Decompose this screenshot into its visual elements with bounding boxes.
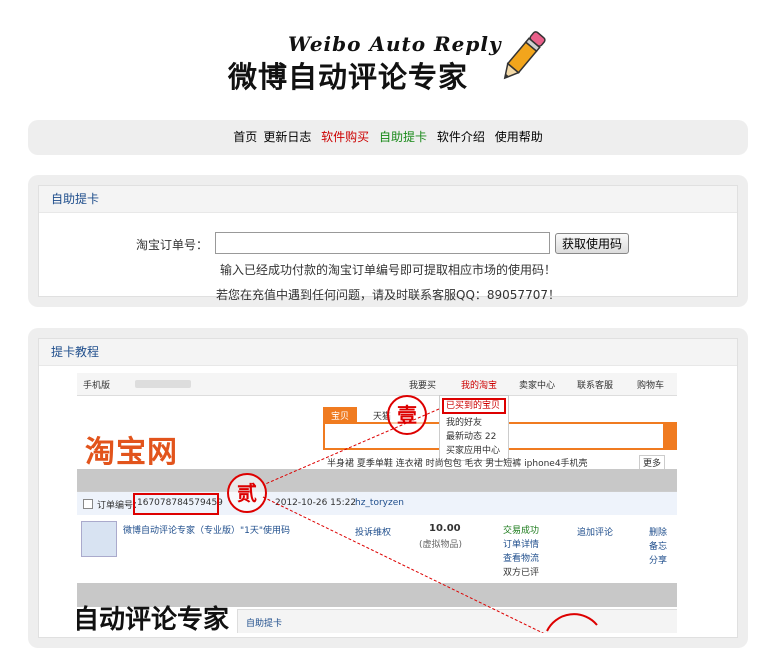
tutorial-title: 提卡教程 (39, 339, 737, 366)
arrow-line-one (262, 408, 440, 486)
hint-text: 输入已经成功付款的淘宝订单编号即可提取相应市场的使用码！ (219, 263, 556, 277)
logo-english: Weibo Auto Reply (288, 32, 502, 56)
self-service-panel: 自助提卡 淘宝订单号： 获取使用码 输入已经成功付款的淘宝订单编号即可提取相应市… (28, 175, 748, 307)
nav-intro[interactable]: 软件介绍 (437, 130, 485, 144)
stamp-three-edge (546, 613, 598, 632)
order-number-input[interactable] (215, 232, 550, 254)
pencil-icon (503, 31, 546, 80)
nav-help[interactable]: 使用帮助 (495, 130, 543, 144)
self-service-title: 自助提卡 (39, 186, 737, 213)
nav-home[interactable]: 首页 (233, 130, 257, 144)
main-nav: 首页 更新日志 软件购买 自助提卡 软件介绍 使用帮助 (28, 120, 748, 155)
get-code-button[interactable]: 获取使用码 (555, 233, 630, 254)
tutorial-screenshot: 手机版 我要买 我的淘宝 卖家中心 联系客服 购物车 宝贝 天猫 已买到的宝贝 … (77, 373, 677, 633)
logo-chinese: 微博自动评论专家 (228, 60, 469, 94)
order-label: 淘宝订单号： (136, 238, 209, 252)
nav-changelog[interactable]: 更新日志 (263, 130, 311, 144)
contact-text: 若您在充值中遇到任何问题，请及时联系客服QQ：89057707！ (216, 288, 560, 302)
tutorial-arrows (262, 408, 598, 633)
site-logo: Weibo Auto Reply 微博自动评论专家 (228, 26, 550, 94)
tutorial-panel: 提卡教程 手机版 我要买 我的淘宝 卖家中心 联系客服 购物车 宝贝 天猫 已买… (28, 328, 748, 648)
nav-self-service[interactable]: 自助提卡 (379, 130, 427, 144)
nav-buy[interactable]: 软件购买 (321, 130, 369, 144)
arrow-line-two (262, 496, 545, 633)
